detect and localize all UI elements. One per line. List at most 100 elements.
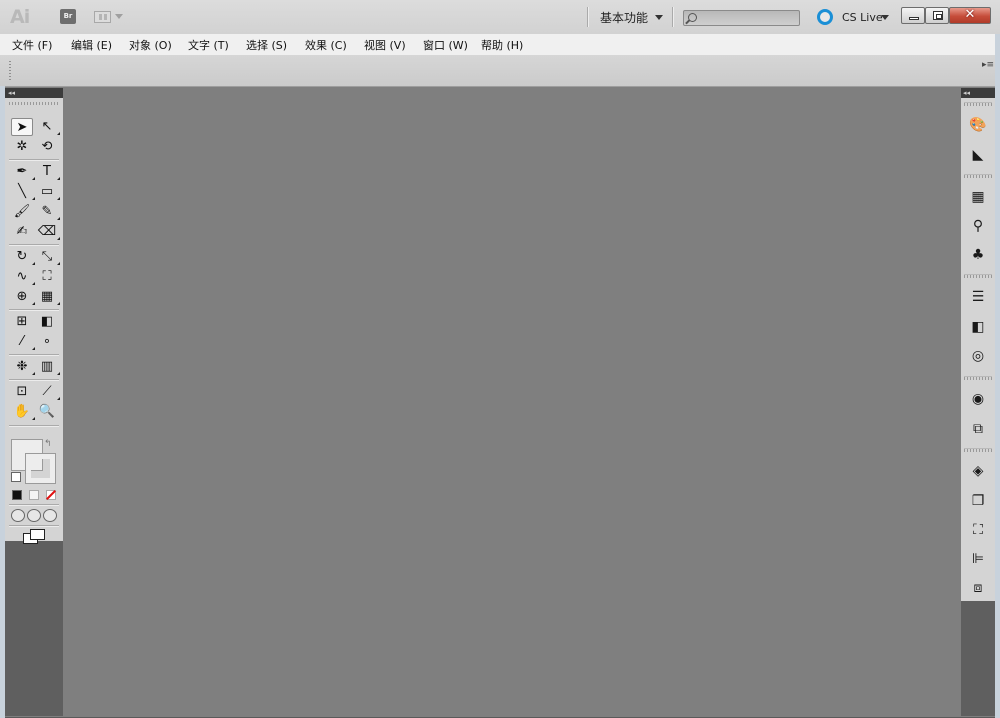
- color-guide-icon[interactable]: ◣: [968, 146, 988, 164]
- color-mode-button[interactable]: [12, 490, 22, 500]
- shape-builder-tool-icon[interactable]: ⊕: [11, 288, 35, 306]
- tools-panel: ➤ ↖ ✲ ⟲ ✒ T ╲ ▭ 🖌 ✎ ✍ ⌫ ↻ ⤡ ∿ ⛶ ⊕ ▦ ⊞ ◧ …: [5, 98, 63, 544]
- color-panel-icon[interactable]: 🎨: [968, 116, 988, 134]
- scale-tool-icon[interactable]: ⤡: [36, 248, 60, 266]
- separator: [587, 7, 589, 27]
- transform-icon[interactable]: ⛶: [968, 521, 988, 539]
- chevron-down-icon[interactable]: [881, 15, 889, 20]
- close-icon: ✕: [964, 7, 976, 22]
- column-graph-tool-icon[interactable]: ▥: [36, 358, 60, 376]
- minimize-button[interactable]: [901, 7, 925, 24]
- paintbrush-tool-icon[interactable]: 🖌: [11, 203, 33, 221]
- panel-group-grip[interactable]: [964, 274, 992, 278]
- lasso-tool-icon[interactable]: ⟲: [36, 138, 58, 156]
- menu-file[interactable]: 文件 (F): [12, 37, 52, 53]
- tool-divider: [9, 379, 59, 381]
- hand-tool-icon[interactable]: ✋: [11, 403, 35, 421]
- menu-view[interactable]: 视图 (V): [364, 37, 406, 53]
- selection-tool-icon[interactable]: ➤: [11, 118, 33, 136]
- chevron-down-icon[interactable]: [655, 15, 663, 20]
- illustrator-logo: Ai: [10, 6, 30, 28]
- rectangle-tool-icon[interactable]: ▭: [36, 183, 60, 201]
- arrange-documents-button[interactable]: [94, 10, 124, 24]
- brushes-icon[interactable]: ⚲: [968, 217, 988, 235]
- eyedropper-tool-icon[interactable]: ⁄: [11, 333, 35, 351]
- appearance-icon[interactable]: ◉: [968, 390, 988, 408]
- artboards-icon[interactable]: ❐: [968, 492, 988, 510]
- symbols-icon[interactable]: ♣: [968, 246, 988, 264]
- default-fill-stroke-icon[interactable]: [11, 472, 21, 482]
- expand-panels-icon[interactable]: ◂◂: [961, 88, 995, 98]
- window-border-right: [995, 34, 1000, 718]
- menu-object[interactable]: 对象 (O): [129, 37, 172, 53]
- minimize-icon: [909, 17, 919, 20]
- menu-window[interactable]: 窗口 (W): [423, 37, 468, 53]
- eraser-tool-icon[interactable]: ⌫: [36, 223, 60, 241]
- symbol-sprayer-tool-icon[interactable]: ❉: [11, 358, 35, 376]
- restore-button[interactable]: [925, 7, 949, 24]
- stroke-swatch[interactable]: [25, 453, 56, 484]
- collapse-tools-icon[interactable]: ◂◂: [5, 88, 63, 98]
- blob-brush-tool-icon[interactable]: ✍: [11, 223, 33, 241]
- gradient-tool-icon[interactable]: ◧: [36, 313, 58, 331]
- workspace-switcher[interactable]: 基本功能: [600, 9, 648, 26]
- menu-edit[interactable]: 编辑 (E): [71, 37, 112, 53]
- menu-effect[interactable]: 效果 (C): [305, 37, 347, 53]
- transparency-icon[interactable]: ◎: [968, 347, 988, 365]
- tool-divider: [9, 525, 59, 527]
- pathfinder-icon[interactable]: ⧈: [968, 579, 988, 597]
- panel-group-grip[interactable]: [964, 376, 992, 380]
- rotate-tool-icon[interactable]: ↻: [11, 248, 35, 266]
- pencil-tool-icon[interactable]: ✎: [36, 203, 60, 221]
- zoom-tool-icon[interactable]: 🔍: [36, 403, 58, 421]
- align-icon[interactable]: ⊫: [968, 550, 988, 568]
- tool-divider: [9, 354, 59, 356]
- bridge-button[interactable]: Br: [60, 9, 76, 24]
- window-controls: ✕: [901, 7, 991, 26]
- menu-type[interactable]: 文字 (T): [188, 37, 229, 53]
- pen-tool-icon[interactable]: ✒: [11, 163, 35, 181]
- menu-select[interactable]: 选择 (S): [246, 37, 287, 53]
- search-field[interactable]: [683, 10, 800, 26]
- gradient-panel-icon[interactable]: ◧: [968, 318, 988, 336]
- cs-live-button[interactable]: CS Live: [842, 11, 883, 24]
- direct-selection-tool-icon[interactable]: ↖: [36, 118, 60, 136]
- control-bar: ▸≡: [0, 55, 1000, 87]
- document-canvas-area[interactable]: [63, 88, 961, 716]
- menu-help[interactable]: 帮助 (H): [481, 37, 523, 53]
- perspective-grid-tool-icon[interactable]: ▦: [36, 288, 60, 306]
- free-transform-tool-icon[interactable]: ⛶: [36, 268, 58, 286]
- panel-group-grip[interactable]: [964, 174, 992, 178]
- artboard-tool-icon[interactable]: ⊡: [11, 383, 33, 401]
- tools-panel-grip[interactable]: [9, 102, 59, 105]
- panel-menu-icon[interactable]: ▸≡: [982, 60, 994, 70]
- swatches-icon[interactable]: ▦: [968, 188, 988, 206]
- panel-group-grip[interactable]: [964, 102, 992, 106]
- stroke-icon[interactable]: ☰: [968, 288, 988, 306]
- slice-tool-icon[interactable]: ⟋: [36, 383, 60, 401]
- cs-live-icon[interactable]: [817, 9, 833, 25]
- none-mode-button[interactable]: [46, 490, 56, 500]
- restore-icon: [933, 11, 943, 20]
- tool-divider: [9, 504, 59, 506]
- panel-group-grip[interactable]: [964, 448, 992, 452]
- layers-icon[interactable]: ◈: [968, 462, 988, 480]
- close-button[interactable]: ✕: [949, 7, 991, 24]
- panel-icons: 🎨 ◣ ▦ ⚲ ♣ ☰ ◧ ◎ ◉ ⧉ ◈ ❐ ⛶ ⊫ ⧈: [961, 98, 995, 601]
- tool-divider: [9, 425, 59, 427]
- blend-tool-icon[interactable]: ∘: [36, 333, 58, 351]
- draw-behind-icon[interactable]: [27, 509, 41, 522]
- control-bar-grip[interactable]: [9, 61, 11, 81]
- mesh-tool-icon[interactable]: ⊞: [11, 313, 33, 331]
- type-tool-icon[interactable]: T: [36, 163, 60, 181]
- gradient-mode-button[interactable]: [29, 490, 39, 500]
- graphic-styles-icon[interactable]: ⧉: [968, 420, 988, 438]
- warp-tool-icon[interactable]: ∿: [11, 268, 35, 286]
- draw-inside-icon[interactable]: [43, 509, 57, 522]
- screen-mode-button[interactable]: [23, 529, 45, 544]
- swap-fill-stroke-icon[interactable]: ↰: [44, 439, 52, 449]
- line-segment-tool-icon[interactable]: ╲: [11, 183, 35, 201]
- magic-wand-tool-icon[interactable]: ✲: [11, 138, 33, 156]
- draw-normal-icon[interactable]: [11, 509, 25, 522]
- tool-divider: [9, 159, 59, 161]
